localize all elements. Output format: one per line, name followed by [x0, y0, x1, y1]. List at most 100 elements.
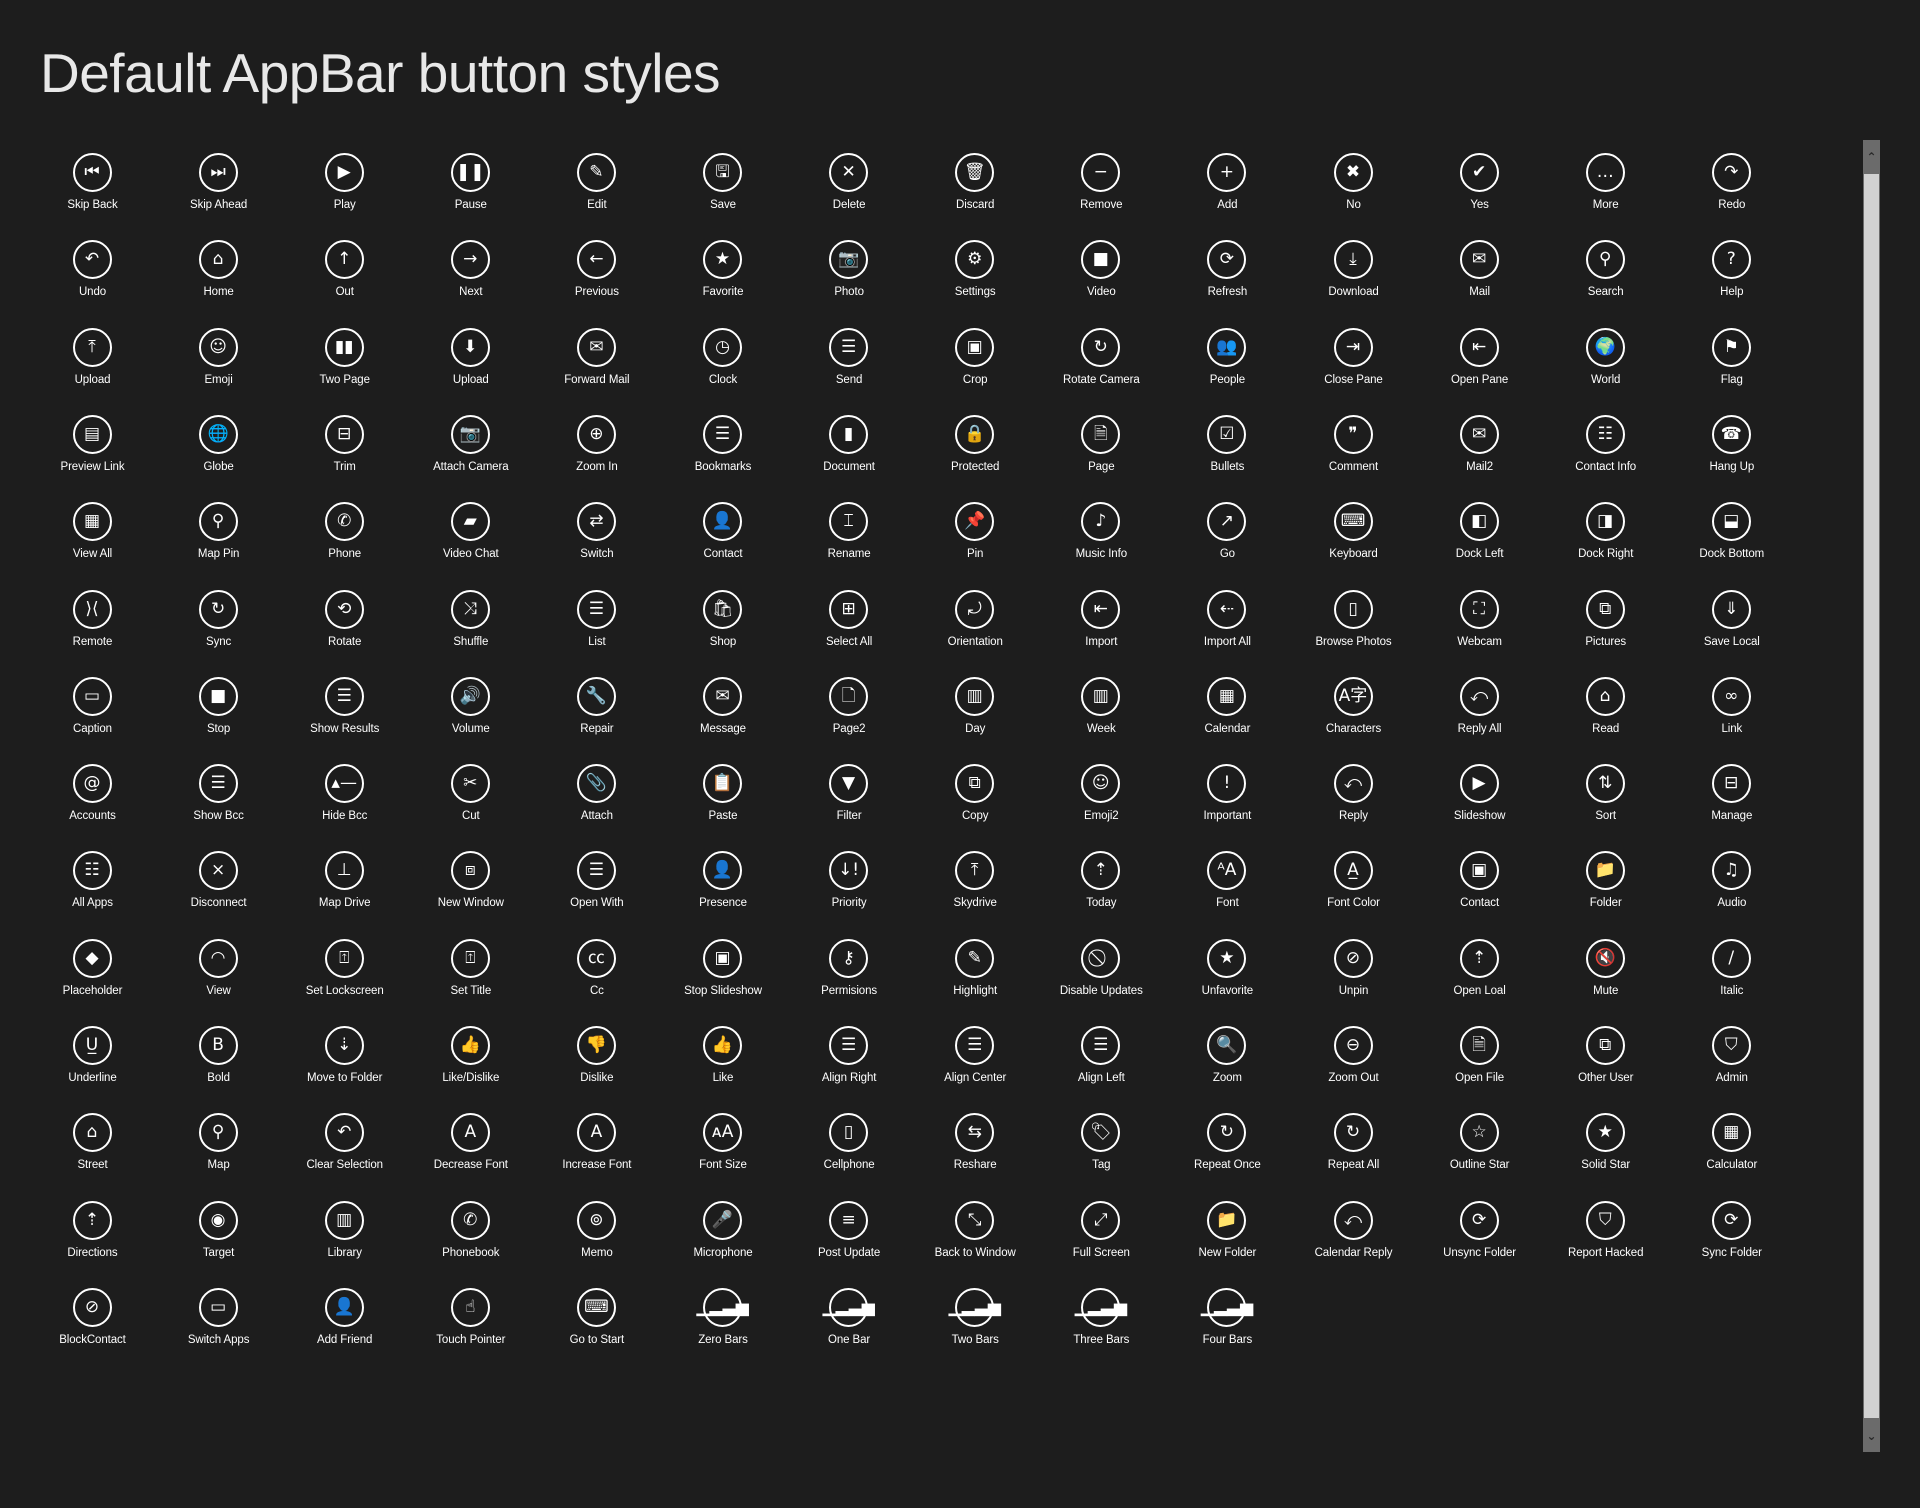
appbar-button-unfavorite[interactable]: ★ Unfavorite: [1164, 938, 1290, 1019]
appbar-button-protected[interactable]: 🔒 Protected: [912, 414, 1038, 495]
appbar-button-like[interactable]: 👍 Like: [660, 1026, 786, 1106]
appbar-button-copy[interactable]: ⧉ Copy: [912, 764, 1038, 844]
appbar-button-important[interactable]: ! Important: [1164, 764, 1290, 844]
appbar-button-attach[interactable]: 📎 Attach: [534, 764, 660, 844]
appbar-button-pin[interactable]: 📌 Pin: [912, 502, 1038, 582]
appbar-button-folder[interactable]: 📁 Folder: [1543, 851, 1669, 931]
appbar-button-two-bars[interactable]: ▁▂▃▅ Two Bars: [912, 1287, 1038, 1368]
appbar-button-manage[interactable]: ⊟ Manage: [1669, 764, 1795, 844]
appbar-button-globe[interactable]: 🌐 Globe: [156, 414, 282, 495]
appbar-button-crop[interactable]: ▣ Crop: [912, 327, 1038, 408]
appbar-button-font-size[interactable]: ᴀA Font Size: [660, 1113, 786, 1193]
appbar-button-settings[interactable]: ⚙ Settings: [912, 240, 1038, 320]
appbar-button-unsync-folder[interactable]: ⟳ Unsync Folder: [1417, 1200, 1543, 1281]
appbar-button-discard[interactable]: 🗑 Discard: [912, 153, 1038, 233]
appbar-button-save[interactable]: 🖫 Save: [660, 153, 786, 233]
appbar-button-report-hacked[interactable]: ⛉ Report Hacked: [1543, 1200, 1669, 1281]
appbar-button-photo[interactable]: 📷 Photo: [786, 240, 912, 320]
appbar-button-page2[interactable]: 🗋 Page2: [786, 676, 912, 757]
appbar-button-people[interactable]: 👥 People: [1164, 327, 1290, 408]
scroll-down-button[interactable]: ⌄: [1863, 1419, 1880, 1452]
appbar-button-cut[interactable]: ✂ Cut: [408, 764, 534, 844]
appbar-button-rename[interactable]: ⌶ Rename: [786, 502, 912, 582]
appbar-button-browse-photos[interactable]: ▯ Browse Photos: [1291, 589, 1417, 670]
appbar-button-no[interactable]: ✖ No: [1291, 153, 1417, 233]
appbar-button-help[interactable]: ? Help: [1669, 240, 1795, 320]
appbar-button-full-screen[interactable]: ⤢ Full Screen: [1038, 1200, 1164, 1281]
appbar-button-mute[interactable]: 🔇 Mute: [1543, 938, 1669, 1019]
appbar-button-italic[interactable]: / Italic: [1669, 938, 1795, 1019]
appbar-button-upload[interactable]: ⤒ Upload: [30, 327, 156, 408]
appbar-button-mail2[interactable]: ✉ Mail2: [1417, 414, 1543, 495]
appbar-button-font-color[interactable]: A̲ Font Color: [1291, 851, 1417, 931]
appbar-button-shuffle[interactable]: ⤨ Shuffle: [408, 589, 534, 670]
appbar-button-disconnect[interactable]: ⨯ Disconnect: [156, 851, 282, 931]
appbar-button-import[interactable]: ⇤ Import: [1038, 589, 1164, 670]
appbar-button-yes[interactable]: ✔ Yes: [1417, 153, 1543, 233]
appbar-button-document[interactable]: ▮ Document: [786, 414, 912, 495]
appbar-button-import-all[interactable]: ⇠ Import All: [1164, 589, 1290, 670]
appbar-button-reshare[interactable]: ⇆ Reshare: [912, 1113, 1038, 1193]
appbar-button-hang-up[interactable]: ☎ Hang Up: [1669, 414, 1795, 495]
appbar-button-remove[interactable]: − Remove: [1038, 153, 1164, 233]
appbar-button-post-update[interactable]: ≡ Post Update: [786, 1200, 912, 1281]
appbar-button-show-bcc[interactable]: ☰ Show Bcc: [156, 764, 282, 844]
appbar-button-home[interactable]: ⌂ Home: [156, 240, 282, 320]
appbar-button-switch-apps[interactable]: ▭ Switch Apps: [156, 1287, 282, 1368]
appbar-button-like-dislike[interactable]: 👍 Like/Dislike: [408, 1026, 534, 1106]
appbar-button-caption[interactable]: ▭ Caption: [30, 676, 156, 757]
appbar-button-search[interactable]: ⚲ Search: [1543, 240, 1669, 320]
appbar-button-rotate[interactable]: ⟲ Rotate: [282, 589, 408, 670]
appbar-button-pictures[interactable]: ⧉ Pictures: [1543, 589, 1669, 670]
appbar-button-previous[interactable]: ← Previous: [534, 240, 660, 320]
appbar-button-dislike[interactable]: 👎 Dislike: [534, 1026, 660, 1106]
appbar-button-orientation[interactable]: ⤾ Orientation: [912, 589, 1038, 670]
appbar-button-font[interactable]: ᴬA Font: [1164, 851, 1290, 931]
appbar-button-street[interactable]: ⌂ Street: [30, 1113, 156, 1193]
appbar-button-mail[interactable]: ✉ Mail: [1417, 240, 1543, 320]
appbar-button-next[interactable]: → Next: [408, 240, 534, 320]
appbar-button-go-to-start[interactable]: ⌨ Go to Start: [534, 1287, 660, 1368]
appbar-button-link[interactable]: ∞ Link: [1669, 676, 1795, 757]
appbar-button-select-all[interactable]: ⊞ Select All: [786, 589, 912, 670]
appbar-button-disable-updates[interactable]: ⃠ Disable Updates: [1038, 938, 1164, 1019]
appbar-button-edit[interactable]: ✎ Edit: [534, 153, 660, 233]
appbar-button-repeat-once[interactable]: ↻ Repeat Once: [1164, 1113, 1290, 1193]
appbar-button-repeat-all[interactable]: ↻ Repeat All: [1291, 1113, 1417, 1193]
appbar-button-dock-right[interactable]: ◨ Dock Right: [1543, 502, 1669, 582]
appbar-button-four-bars[interactable]: ▁▂▃▅ Four Bars: [1164, 1287, 1290, 1368]
appbar-button-contact-info[interactable]: ☷ Contact Info: [1543, 414, 1669, 495]
appbar-button-favorite[interactable]: ★ Favorite: [660, 240, 786, 320]
appbar-button-view-all[interactable]: ▦ View All: [30, 502, 156, 582]
appbar-button-admin[interactable]: ⛉ Admin: [1669, 1026, 1795, 1106]
appbar-button-video-chat[interactable]: ▰ Video Chat: [408, 502, 534, 582]
appbar-button-presence[interactable]: 👤 Presence: [660, 851, 786, 931]
appbar-button-bookmarks[interactable]: ☰ Bookmarks: [660, 414, 786, 495]
appbar-button-map[interactable]: ⚲ Map: [156, 1113, 282, 1193]
appbar-button-refresh[interactable]: ⟳ Refresh: [1164, 240, 1290, 320]
appbar-button-music-info[interactable]: ♪ Music Info: [1038, 502, 1164, 582]
appbar-button-delete[interactable]: ✕ Delete: [786, 153, 912, 233]
appbar-button-accounts[interactable]: @ Accounts: [30, 764, 156, 844]
appbar-button-zoom[interactable]: 🔍 Zoom: [1164, 1026, 1290, 1106]
appbar-button-today[interactable]: ⇡ Today: [1038, 851, 1164, 931]
appbar-button-rotate-camera[interactable]: ↻ Rotate Camera: [1038, 327, 1164, 408]
appbar-button-open-file[interactable]: 🗎 Open File: [1417, 1026, 1543, 1106]
appbar-button-cellphone[interactable]: ▯ Cellphone: [786, 1113, 912, 1193]
appbar-button-preview-link[interactable]: ▤ Preview Link: [30, 414, 156, 495]
appbar-button-audio[interactable]: ♫ Audio: [1669, 851, 1795, 931]
appbar-button-contact[interactable]: ▣ Contact: [1417, 851, 1543, 931]
appbar-button-pause[interactable]: ❚❚ Pause: [408, 153, 534, 233]
appbar-button-outline-star[interactable]: ☆ Outline Star: [1417, 1113, 1543, 1193]
scroll-up-button[interactable]: ⌃: [1863, 140, 1880, 173]
appbar-button-dock-left[interactable]: ◧ Dock Left: [1417, 502, 1543, 582]
appbar-button-download[interactable]: ⤓ Download: [1291, 240, 1417, 320]
appbar-button-save-local[interactable]: ⇓ Save Local: [1669, 589, 1795, 670]
appbar-button-calendar[interactable]: ▦ Calendar: [1164, 676, 1290, 757]
appbar-button-webcam[interactable]: ⛶ Webcam: [1417, 589, 1543, 670]
appbar-button-target[interactable]: ◉ Target: [156, 1200, 282, 1281]
appbar-button-two-page[interactable]: ▮▮ Two Page: [282, 327, 408, 408]
appbar-button-day[interactable]: ▥ Day: [912, 676, 1038, 757]
appbar-button-bullets[interactable]: ☑ Bullets: [1164, 414, 1290, 495]
appbar-button-one-bar[interactable]: ▁▂▃▅ One Bar: [786, 1287, 912, 1368]
